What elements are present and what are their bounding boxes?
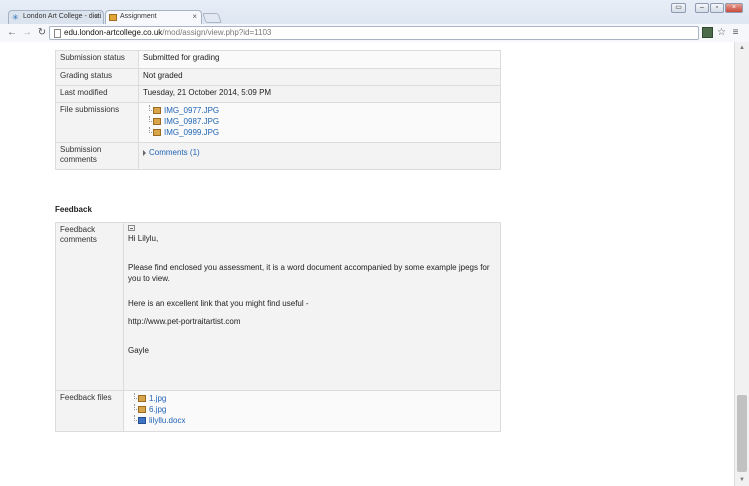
table-row: Submission status Submitted for grading (55, 50, 501, 69)
tab-label: Assignment (120, 13, 157, 20)
submission-status-value: Submitted for grading (138, 50, 501, 69)
table-row: Grading status Not graded (55, 68, 501, 86)
tree-connector (149, 116, 152, 122)
browser-chrome: ✳ London Art College - dicti × Assignmen… (0, 0, 749, 42)
table-row: Last modified Tuesday, 21 October 2014, … (55, 85, 501, 103)
file-submissions-value: IMG_0977.JPG IMG_0987.JPG IMG_0999.JPG (138, 102, 501, 143)
grading-status-value: Not graded (138, 68, 501, 86)
tree-connector (134, 404, 137, 410)
list-item: 1.jpg (134, 393, 496, 404)
feedback-table: Feedback comments Hi Lilylu, Please find… (55, 222, 501, 432)
last-modified-label: Last modified (55, 85, 139, 103)
file-link[interactable]: lilyllu.docx (149, 416, 185, 425)
scroll-down-arrow-icon[interactable]: ▼ (735, 474, 749, 486)
site-favicon-icon: ✳ (12, 13, 19, 22)
file-link[interactable]: IMG_0999.JPG (164, 128, 219, 137)
list-item: 6.jpg (134, 404, 496, 415)
table-row: Submission comments Comments (1) (55, 142, 501, 170)
tree-connector (149, 105, 152, 111)
submission-status-label: Submission status (55, 50, 139, 69)
minimize-button[interactable]: – (695, 3, 709, 13)
image-file-icon (138, 395, 146, 402)
url-path: /mod/assign/view.php?id=1103 (162, 28, 272, 37)
feedback-paragraph: Please find enclosed you assessment, it … (128, 263, 490, 283)
close-window-button[interactable]: × (725, 3, 743, 13)
file-link[interactable]: 1.jpg (149, 394, 166, 403)
expand-triangle-icon[interactable] (143, 149, 146, 156)
scrollbar-thumb[interactable] (737, 395, 747, 472)
feedback-paragraph: Here is an excellent link that you might… (128, 299, 309, 308)
last-modified-value: Tuesday, 21 October 2014, 5:09 PM (138, 85, 501, 103)
tab-assignment[interactable]: Assignment × (105, 10, 202, 24)
image-file-icon (153, 118, 161, 125)
feedback-comments-value: Hi Lilylu, Please find enclosed you asse… (123, 222, 501, 391)
feedback-files-label: Feedback files (55, 390, 124, 432)
word-document-icon (138, 417, 146, 424)
file-submissions-label: File submissions (55, 102, 139, 143)
list-item: lilyllu.docx (134, 415, 496, 426)
list-item: IMG_0977.JPG (149, 105, 496, 116)
back-arrow-icon[interactable]: ← (6, 27, 18, 39)
comments-link[interactable]: Comments (1) (149, 148, 200, 157)
image-file-icon (153, 129, 161, 136)
reload-icon[interactable]: ↻ (36, 27, 48, 39)
label-line: comments (60, 235, 97, 244)
submission-status-table: Submission status Submitted for grading … (55, 50, 501, 170)
extension-icon[interactable] (702, 27, 713, 38)
table-row: Feedback comments Hi Lilylu, Please find… (55, 222, 501, 391)
collapse-icon[interactable] (128, 225, 135, 231)
image-file-icon (138, 406, 146, 413)
address-bar[interactable]: edu.london-artcollege.co.uk/mod/assign/v… (49, 26, 699, 40)
scroll-up-arrow-icon[interactable]: ▲ (735, 42, 749, 54)
file-link[interactable]: 6.jpg (149, 405, 166, 414)
maximize-button[interactable]: ▫ (710, 3, 724, 13)
feedback-heading: Feedback (55, 205, 92, 214)
feedback-link-text: http://www.pet-portraitartist.com (128, 317, 241, 326)
close-tab-icon[interactable]: × (94, 11, 99, 23)
vertical-scrollbar[interactable]: ▲ ▼ (734, 42, 749, 486)
assignment-favicon-icon (109, 14, 117, 21)
file-tree: 1.jpg 6.jpg lilyllu.docx (128, 393, 496, 426)
list-item: IMG_0999.JPG (149, 127, 496, 138)
label-line: Feedback (60, 225, 96, 234)
feedback-files-value: 1.jpg 6.jpg lilyllu.docx (123, 390, 501, 432)
feedback-greeting: Hi Lilylu, (128, 234, 159, 243)
page-icon (54, 29, 61, 38)
forward-arrow-icon[interactable]: → (21, 27, 33, 39)
file-link[interactable]: IMG_0987.JPG (164, 117, 219, 126)
menu-icon[interactable]: ≡ (730, 27, 741, 38)
tree-connector (134, 393, 137, 399)
page-viewport: Submission status Submitted for grading … (0, 42, 734, 486)
submission-comments-value: Comments (1) (138, 142, 501, 170)
file-tree: IMG_0977.JPG IMG_0987.JPG IMG_0999.JPG (143, 105, 496, 138)
new-tab-button[interactable] (202, 13, 222, 23)
tree-connector (134, 415, 137, 421)
file-link[interactable]: IMG_0977.JPG (164, 106, 219, 115)
close-tab-icon[interactable]: × (192, 11, 197, 23)
user-profile-button[interactable]: ▭ (671, 3, 686, 13)
feedback-signoff: Gayle (128, 346, 149, 355)
table-row: File submissions IMG_0977.JPG IMG_0987.J… (55, 102, 501, 143)
feedback-comments-label: Feedback comments (55, 222, 124, 391)
tab-london-art-college[interactable]: ✳ London Art College - dicti × (8, 10, 104, 24)
label-line: comments (60, 155, 97, 164)
table-row: Feedback files 1.jpg 6.jpg lilyllu.docx (55, 390, 501, 432)
list-item: IMG_0987.JPG (149, 116, 496, 127)
label-line: Submission (60, 145, 102, 154)
grading-status-label: Grading status (55, 68, 139, 86)
tab-label: London Art College - dicti (23, 13, 102, 20)
url-host: edu.london-artcollege.co.uk (64, 28, 163, 37)
star-icon[interactable]: ☆ (716, 27, 727, 38)
tree-connector (149, 127, 152, 133)
submission-comments-label: Submission comments (55, 142, 139, 170)
image-file-icon (153, 107, 161, 114)
